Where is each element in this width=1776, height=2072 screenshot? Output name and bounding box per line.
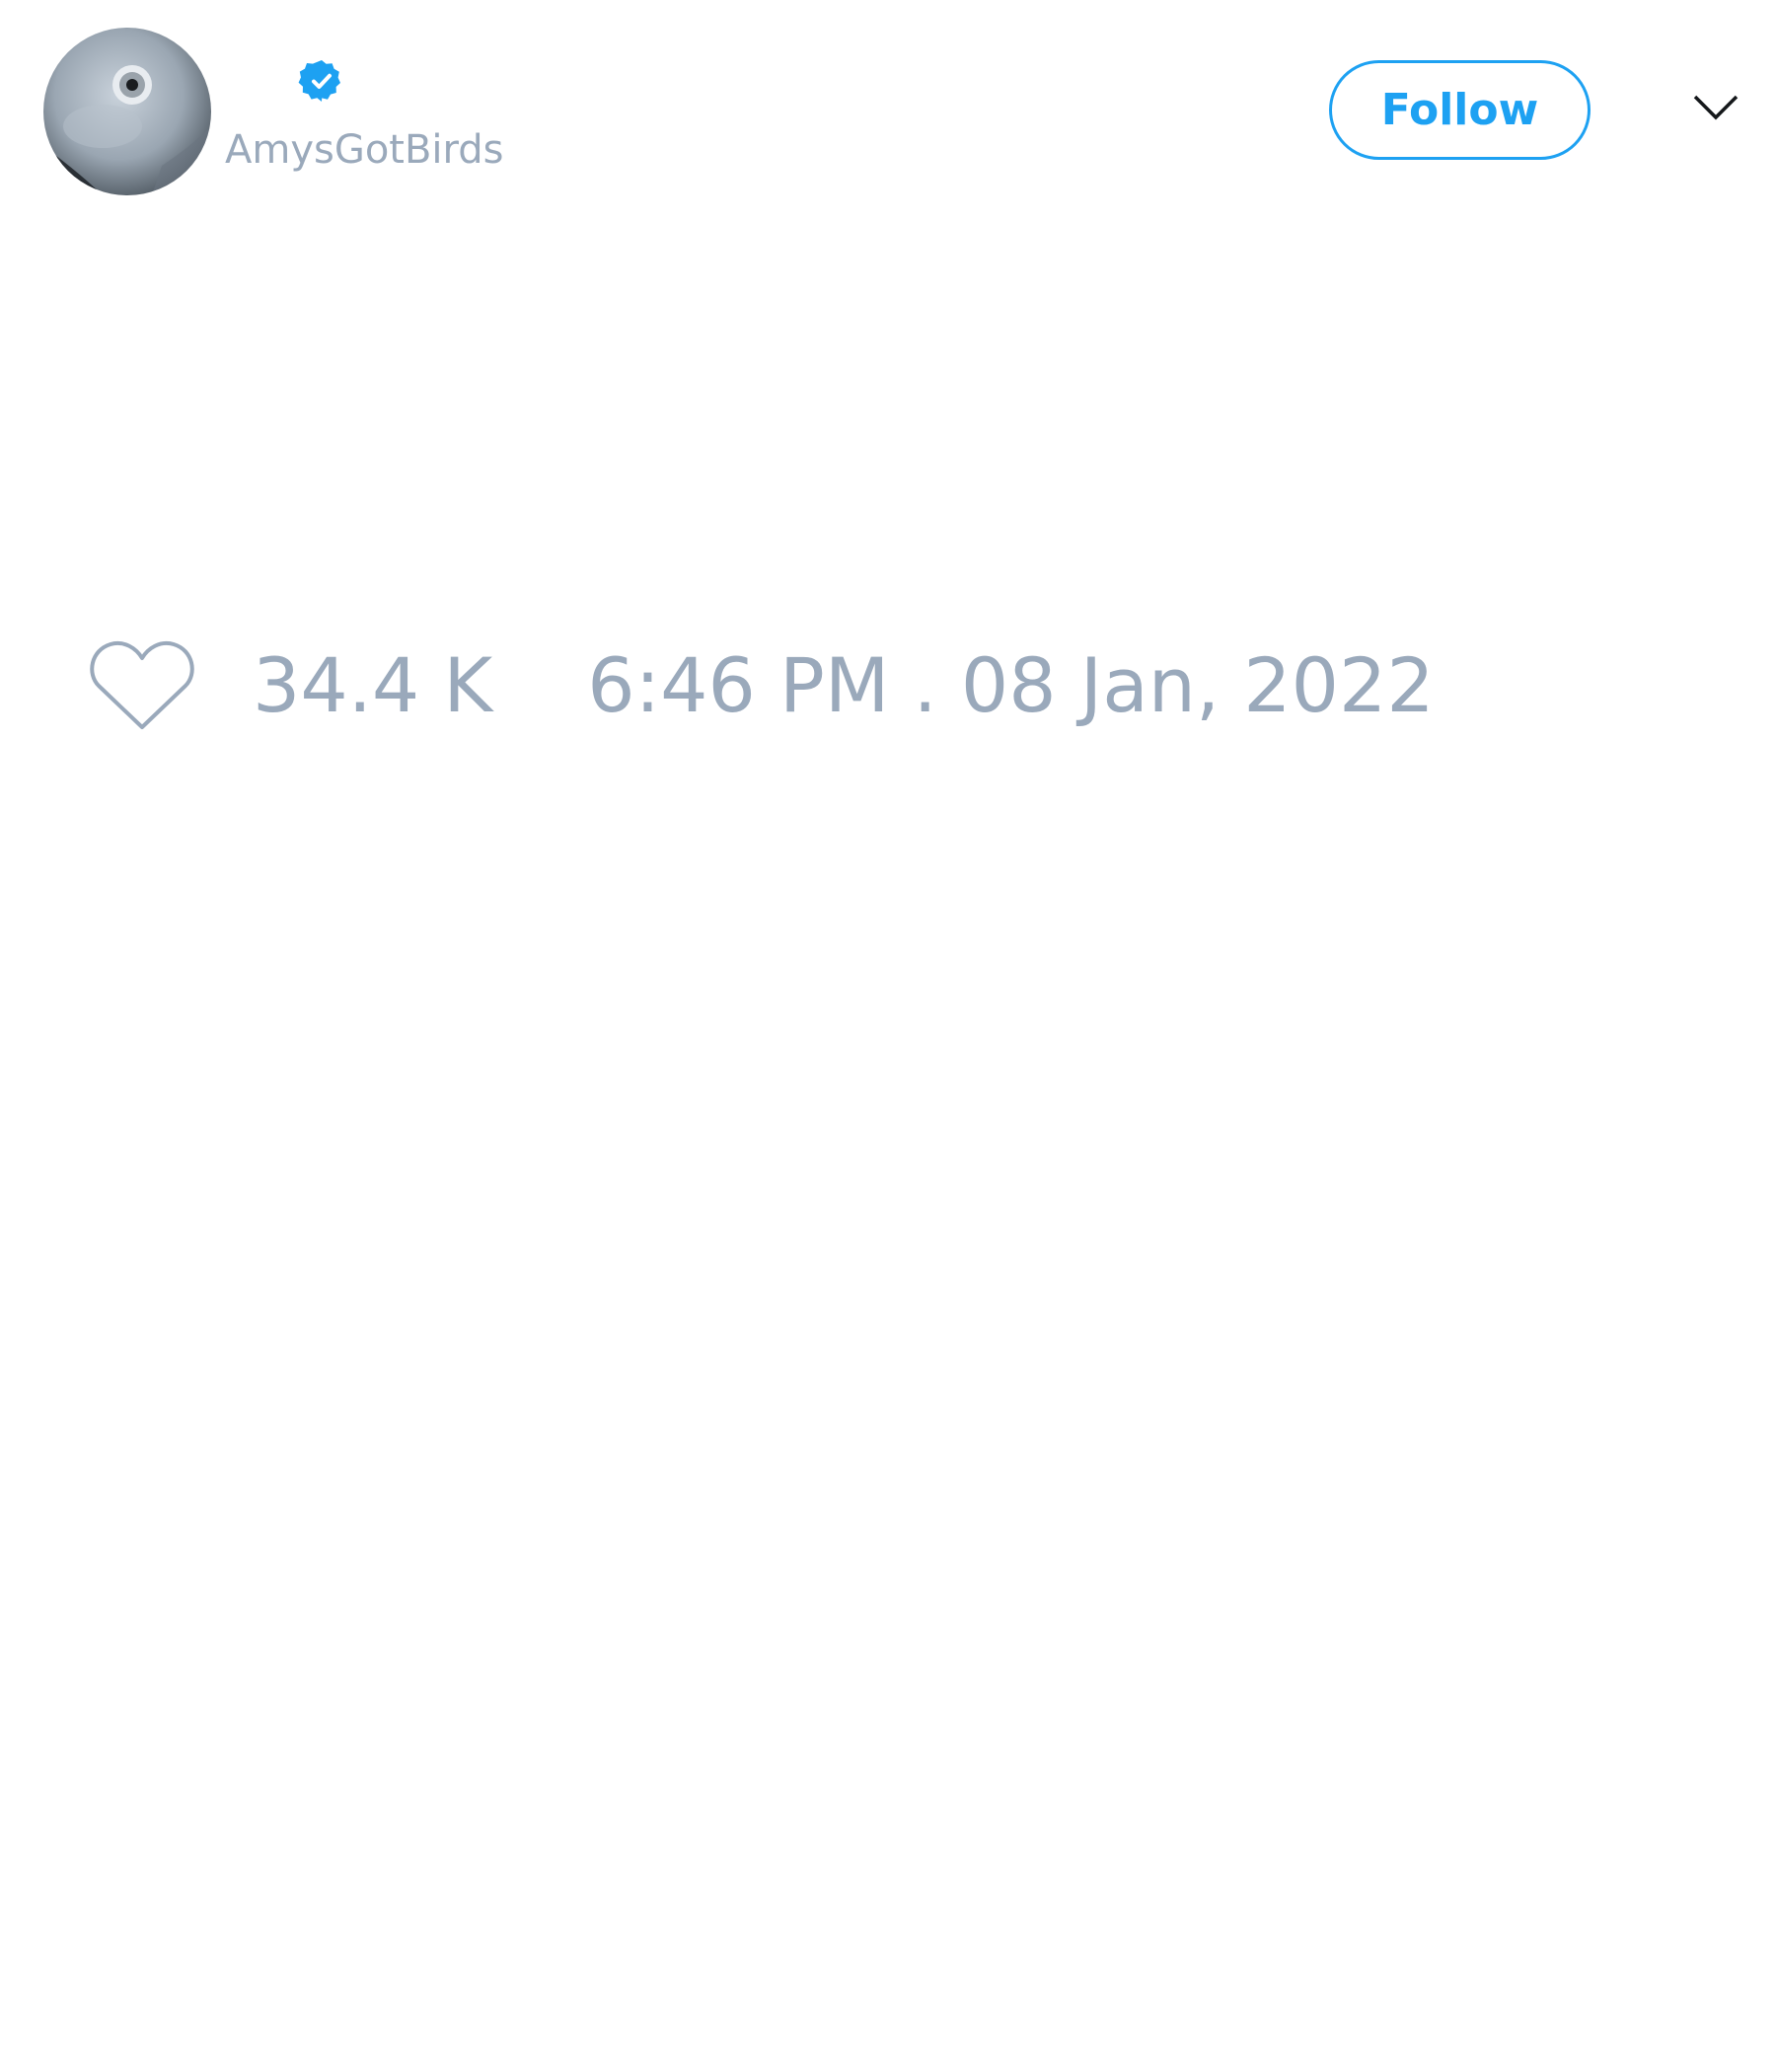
avatar[interactable]: [43, 28, 211, 195]
heart-icon[interactable]: [89, 638, 195, 733]
verified-badge-icon: [298, 60, 340, 102]
like-count: 34.4 K: [253, 641, 493, 729]
tweet-footer: 34.4 K 6:46 PM . 08 Jan, 2022: [89, 631, 1435, 740]
tweet-timestamp[interactable]: 6:46 PM . 08 Jan, 2022: [587, 638, 1434, 733]
chevron-down-icon[interactable]: [1691, 89, 1740, 128]
author-handle[interactable]: AmysGotBirds: [225, 126, 504, 174]
follow-button[interactable]: Follow: [1329, 60, 1591, 160]
tweet-card: AmysGotBirds Follow 34.4 K 6:46 PM . 08 …: [0, 0, 1776, 2072]
avatar-image: [43, 28, 211, 195]
